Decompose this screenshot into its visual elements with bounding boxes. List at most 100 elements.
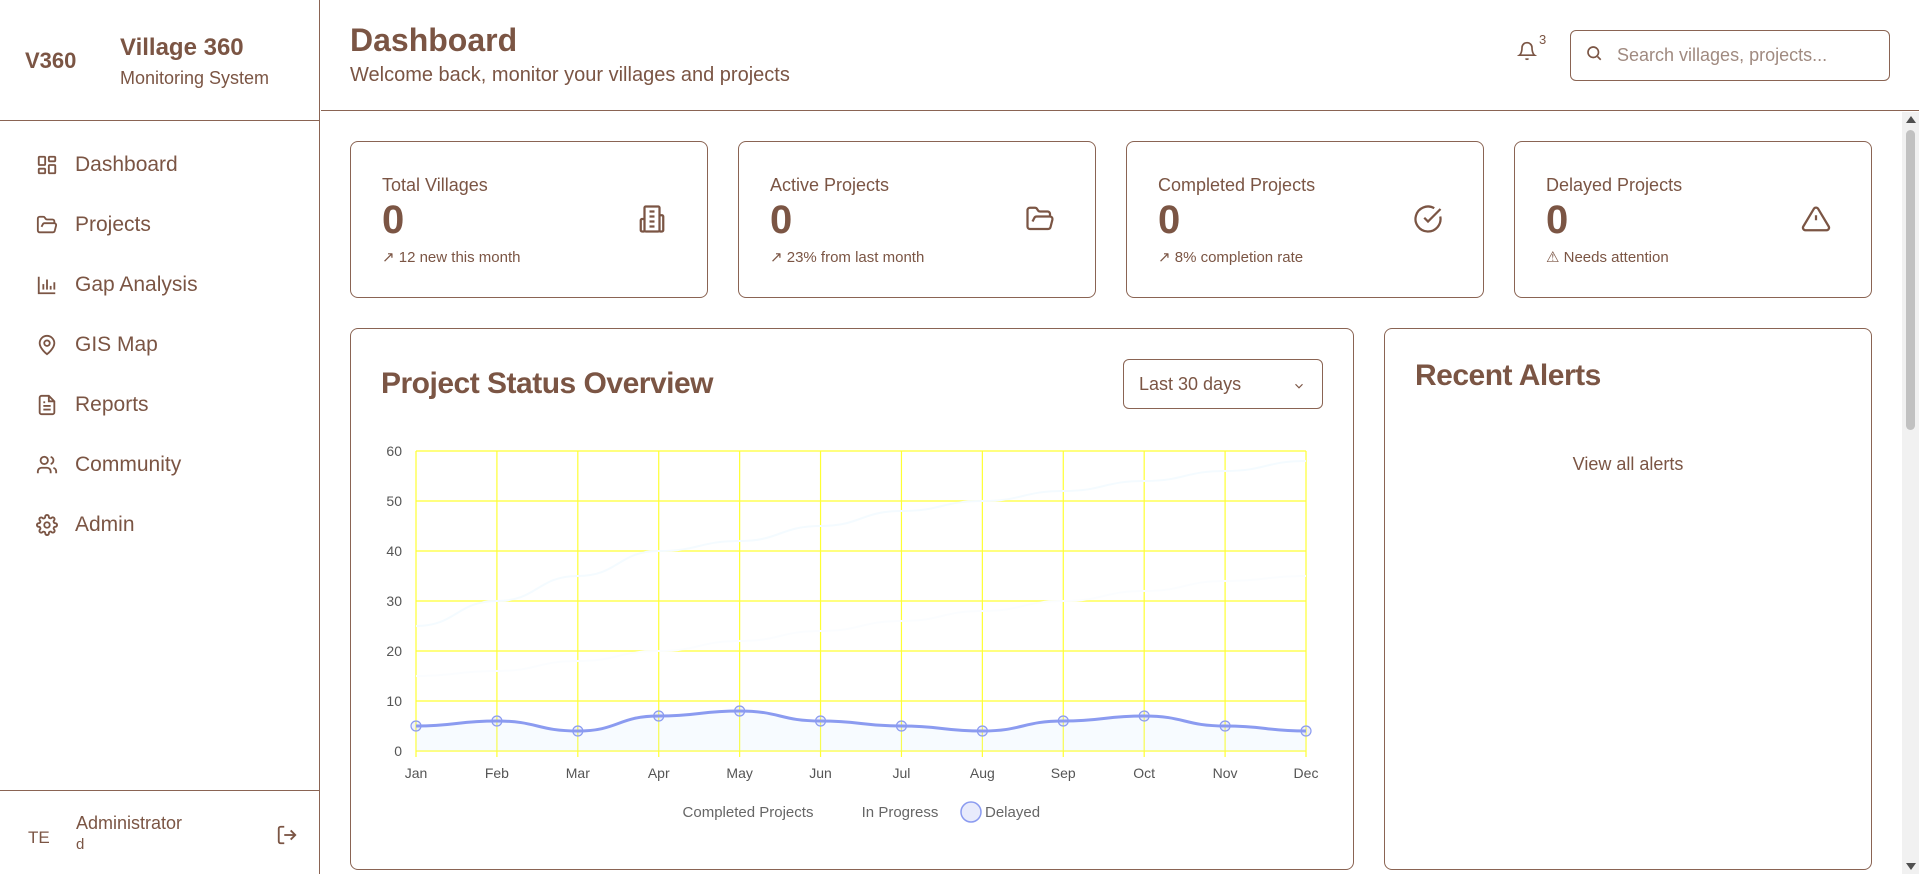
y-tick-label: 30 (386, 593, 402, 609)
sidebar-item-label: Admin (75, 513, 135, 536)
x-tick-label: Jul (893, 765, 911, 781)
delayed-point (895, 720, 908, 732)
bell-icon[interactable] (1516, 40, 1538, 67)
x-tick-label: Dec (1294, 765, 1319, 781)
sidebar-item-admin[interactable]: Admin (0, 495, 319, 555)
line-chart: 0 10 20 30 40 50 60 Jan Feb Mar Apr May Jun Jul Aug Sep… (386, 443, 1319, 823)
x-tick-label: Mar (566, 765, 590, 781)
delayed-point (1057, 715, 1069, 727)
brand: V360 Village 360 Monitoring System (0, 0, 319, 121)
sidebar-item-reports[interactable]: Reports (0, 375, 319, 435)
stat-label: Active Projects (770, 175, 890, 195)
delayed-point (572, 725, 584, 737)
delayed-point (1138, 710, 1150, 722)
check-circle-icon (1413, 204, 1443, 239)
sidebar-item-gap-analysis[interactable]: Gap Analysis (0, 255, 319, 315)
search-input[interactable] (1617, 45, 1867, 66)
delayed-point (814, 715, 827, 727)
sidebar-item-label: GIS Map (75, 333, 158, 356)
sidebar-item-label: Projects (75, 213, 151, 236)
sidebar-item-label: Community (75, 453, 182, 476)
page-subtitle: Welcome back, monitor your villages and … (350, 64, 790, 86)
sidebar-item-label: Dashboard (75, 153, 178, 176)
warning-triangle-icon (1801, 204, 1831, 239)
legend-marker (960, 801, 982, 823)
gear-icon (34, 512, 60, 538)
x-tick-label: Sep (1051, 765, 1076, 781)
y-tick-label: 60 (386, 443, 402, 459)
page-scrollbar[interactable] (1902, 112, 1919, 874)
search-box (1570, 30, 1890, 81)
project-status-panel: Project Status Overview Last 30 days 0 10… (350, 328, 1354, 870)
stat-note: ⚠ Needs attention (1546, 249, 1669, 266)
sidebar-item-label: Reports (75, 393, 149, 416)
legend-label: In Progress (862, 804, 939, 821)
x-tick-label: May (726, 765, 752, 781)
logout-icon[interactable] (276, 824, 298, 851)
alerts-title: Recent Alerts (1415, 359, 1601, 392)
stat-label: Delayed Projects (1546, 175, 1683, 195)
stat-label: Total Villages (382, 175, 488, 195)
delayed-point (1219, 720, 1231, 732)
x-tick-label: Apr (648, 765, 670, 781)
delayed-point (491, 715, 503, 727)
building-icon (637, 204, 667, 239)
stat-note: ↗ 8% completion rate (1158, 249, 1304, 266)
top-header: Dashboard Welcome back, monitor your vil… (321, 0, 1919, 111)
y-tick-label: 20 (386, 643, 402, 659)
scroll-down-arrow-icon[interactable] (1906, 863, 1916, 870)
user-profile: TE Administrator d (0, 790, 320, 874)
legend-label: Delayed (985, 804, 1040, 821)
notification-count: 3 (1539, 32, 1547, 47)
sidebar: V360 Village 360 Monitoring System Dashb… (0, 0, 320, 874)
x-tick-label: Jun (809, 765, 832, 781)
stat-card-active-projects: Active Projects 0 ↗ 23% from last month (738, 141, 1096, 298)
x-tick-label: Jan (405, 765, 428, 781)
delayed-point (653, 710, 665, 722)
search-icon (1585, 44, 1603, 67)
brand-subtitle: Monitoring System (120, 68, 270, 88)
scroll-up-arrow-icon[interactable] (1906, 116, 1916, 123)
y-tick-label: 40 (386, 543, 402, 559)
brand-logo: V360 (25, 48, 77, 73)
view-all-alerts-link[interactable]: View all alerts (1385, 454, 1871, 475)
bar-chart-icon (34, 272, 60, 298)
avatar: TE (28, 827, 50, 847)
folder-icon (34, 212, 60, 238)
document-icon (34, 392, 60, 418)
y-tick-label: 10 (386, 693, 402, 709)
user-name: Administrator (76, 812, 183, 833)
legend-label: Completed Projects (683, 804, 814, 821)
user-role: d (76, 835, 85, 853)
delayed-point (410, 720, 422, 732)
stat-label: Completed Projects (1158, 175, 1316, 195)
map-pin-icon (34, 332, 60, 358)
stat-card-total-villages: Total Villages 0 ↗ 12 new this month (350, 141, 708, 298)
brand-title: Village 360 (120, 34, 244, 61)
x-tick-label: Oct (1133, 765, 1155, 781)
delayed-point (976, 725, 988, 737)
scroll-thumb[interactable] (1906, 130, 1915, 430)
series-line-1 (415, 575, 1307, 677)
stat-card-completed-projects: Completed Projects 0 ↗ 8% completion rat… (1126, 141, 1484, 298)
x-tick-label: Feb (485, 765, 509, 781)
x-tick-label: Aug (970, 765, 995, 781)
sidebar-item-dashboard[interactable]: Dashboard (0, 135, 319, 195)
y-tick-label: 50 (386, 493, 402, 509)
delayed-point (734, 705, 746, 717)
users-icon (34, 452, 60, 478)
x-tick-label: Nov (1213, 765, 1238, 781)
sidebar-item-community[interactable]: Community (0, 435, 319, 495)
recent-alerts-panel: Recent Alerts View all alerts (1384, 328, 1872, 870)
folder-open-icon (1025, 204, 1055, 239)
y-tick-label: 0 (394, 743, 402, 759)
sidebar-nav: Dashboard Projects Gap Analysis GIS Map … (0, 121, 319, 555)
delayed-point (1300, 725, 1312, 737)
dashboard-grid-icon (34, 152, 60, 178)
sidebar-item-projects[interactable]: Projects (0, 195, 319, 255)
stat-card-delayed-projects: Delayed Projects 0 ⚠ Needs attention (1514, 141, 1872, 298)
stat-note: ↗ 23% from last month (770, 249, 925, 266)
stat-note: ↗ 12 new this month (382, 249, 521, 266)
sidebar-item-gis-map[interactable]: GIS Map (0, 315, 319, 375)
sidebar-item-label: Gap Analysis (75, 273, 198, 296)
